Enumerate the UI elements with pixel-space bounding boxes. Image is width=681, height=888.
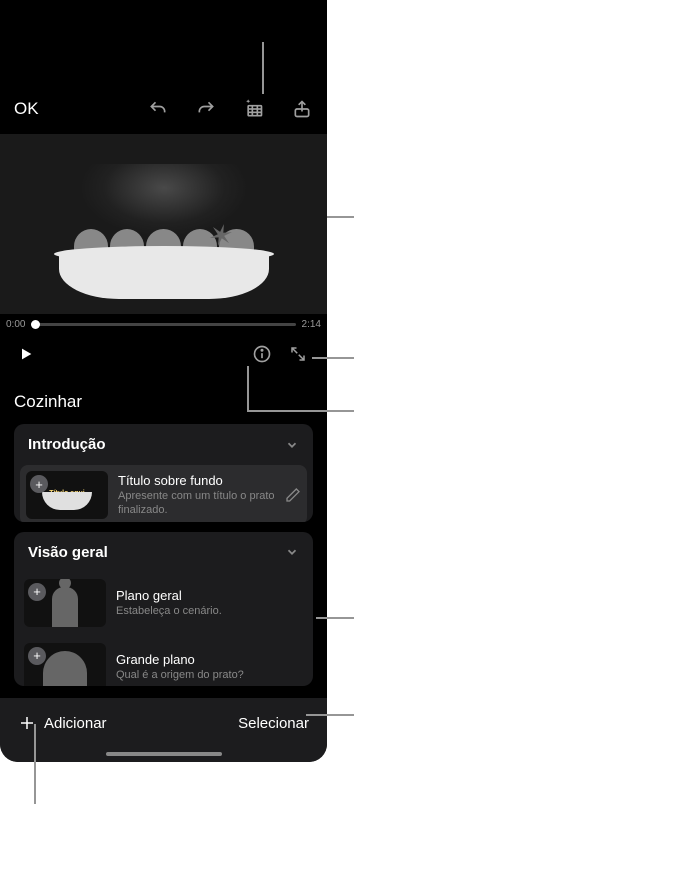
- timeline-scrubber[interactable]: 0:00 2:14: [0, 314, 327, 334]
- ok-button[interactable]: OK: [14, 99, 39, 119]
- edit-pencil-icon[interactable]: [285, 487, 301, 503]
- play-button[interactable]: [18, 346, 34, 362]
- callout-line: [312, 357, 354, 359]
- section-intro: Introdução + Título aqui Título sobre fu…: [14, 424, 313, 522]
- share-icon[interactable]: [291, 98, 313, 120]
- redo-icon[interactable]: [195, 98, 217, 120]
- clip-title: Grande plano: [116, 652, 303, 667]
- section-title: Introdução: [28, 436, 106, 453]
- project-title: Cozinhar: [0, 374, 327, 424]
- clip-description: Apresente com um título o prato finaliza…: [118, 490, 275, 516]
- select-button[interactable]: Selecionar: [238, 715, 309, 732]
- section-header[interactable]: Introdução: [14, 424, 313, 465]
- section-overview: Visão geral + Plano geral Estabeleça o c…: [14, 532, 313, 686]
- callout-line: [262, 42, 264, 94]
- clip-thumbnail[interactable]: + Título aqui: [26, 471, 108, 519]
- add-label: Adicionar: [44, 715, 107, 732]
- section-header[interactable]: Visão geral: [14, 532, 313, 573]
- clip-item[interactable]: + Grande plano Qual é a origem do prato?: [14, 637, 313, 686]
- clip-title: Título sobre fundo: [118, 473, 275, 488]
- magic-timeline-icon[interactable]: [243, 98, 265, 120]
- add-button[interactable]: Adicionar: [18, 714, 107, 732]
- add-media-icon[interactable]: +: [28, 647, 46, 665]
- fullscreen-icon[interactable]: [287, 343, 309, 365]
- start-time: 0:00: [6, 319, 25, 330]
- add-media-icon[interactable]: +: [30, 475, 48, 493]
- toolbar: OK: [0, 84, 327, 134]
- end-time: 2:14: [302, 319, 321, 330]
- clip-thumbnail[interactable]: +: [24, 579, 106, 627]
- chevron-down-icon: [285, 438, 299, 452]
- clip-description: Qual é a origem do prato?: [116, 669, 303, 682]
- clip-thumbnail[interactable]: +: [24, 643, 106, 686]
- storyboard-sections: Introdução + Título aqui Título sobre fu…: [0, 424, 327, 686]
- callout-line: [306, 714, 354, 716]
- callout-line: [327, 216, 354, 218]
- clip-description: Estabeleça o cenário.: [116, 605, 303, 618]
- bottom-bar: Adicionar Selecionar: [0, 698, 327, 762]
- clip-item[interactable]: + Plano geral Estabeleça o cenário.: [14, 573, 313, 637]
- chevron-down-icon: [285, 545, 299, 559]
- callout-line: [316, 617, 354, 619]
- add-media-icon[interactable]: +: [28, 583, 46, 601]
- timeline-track[interactable]: [31, 323, 295, 326]
- undo-icon[interactable]: [147, 98, 169, 120]
- playback-controls: [0, 334, 327, 374]
- clip-item[interactable]: + Título aqui Título sobre fundo Apresen…: [20, 465, 307, 522]
- playhead[interactable]: [31, 320, 40, 329]
- callout-line: [247, 366, 249, 410]
- callout-line: [247, 410, 354, 412]
- clip-title: Plano geral: [116, 588, 303, 603]
- callout-line: [34, 724, 36, 804]
- app-window: OK ✶: [0, 0, 327, 762]
- info-icon[interactable]: [251, 343, 273, 365]
- home-indicator: [106, 752, 222, 756]
- video-preview[interactable]: ✶: [0, 134, 327, 314]
- section-title: Visão geral: [28, 544, 108, 561]
